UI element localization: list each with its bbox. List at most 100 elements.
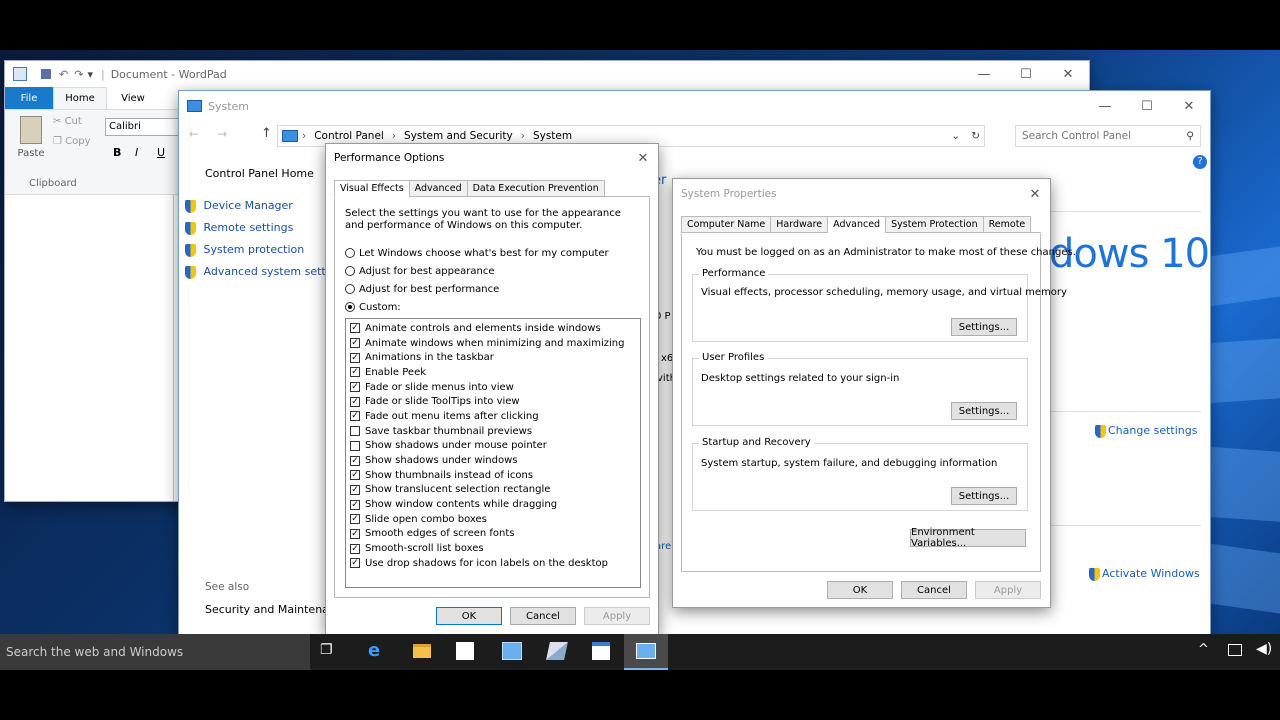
ribbon-tab-home[interactable]: Home <box>53 87 107 109</box>
ribbon-tab-view[interactable]: View <box>107 87 159 109</box>
visual-effect-option[interactable]: ✓ Animations in the taskbar <box>350 350 636 365</box>
taskbar-search-box[interactable]: Search the web and Windows <box>0 634 310 670</box>
help-icon[interactable]: ? <box>1193 155 1207 169</box>
wordpad-minimize-button[interactable]: — <box>963 61 1005 87</box>
show-hidden-icons-icon[interactable]: ^ <box>1198 642 1209 657</box>
up-icon[interactable]: ↑ <box>261 126 272 141</box>
performance-options-dialog[interactable]: Performance Options ✕ Visual Effects Adv… <box>325 143 659 636</box>
visual-effect-option[interactable]: ✓ Fade or slide ToolTips into view <box>350 394 636 409</box>
font-name-box[interactable]: Calibri <box>105 118 180 136</box>
tab-computer-name[interactable]: Computer Name <box>681 216 772 232</box>
security-maintenance-link[interactable]: Security and Maintenance <box>205 603 327 616</box>
visual-effect-option[interactable]: ✓ Slide open combo boxes <box>350 512 636 527</box>
breadcrumb-system-security[interactable]: System and Security <box>404 130 513 142</box>
visual-effect-option[interactable]: ✓ Animate windows when minimizing and max… <box>350 336 636 351</box>
visual-effect-option[interactable]: ✓ Show shadows under windows <box>350 453 636 468</box>
task-view-icon[interactable]: ❐ <box>320 642 340 660</box>
system-icon <box>636 643 656 659</box>
activate-windows-link[interactable]: Activate Windows <box>1089 567 1200 581</box>
undo-icon[interactable]: ↶ <box>59 68 68 81</box>
sysprops-cancel-button[interactable]: Cancel <box>901 581 967 599</box>
visual-effect-option[interactable]: ✓ Fade out menu items after clicking <box>350 409 636 424</box>
perf-apply-button[interactable]: Apply <box>584 607 650 625</box>
refresh-icon[interactable]: ↻ <box>971 130 980 142</box>
back-icon[interactable]: ← <box>189 127 199 141</box>
sidebar-home-link[interactable]: Control Panel Home <box>205 167 314 180</box>
system-properties-dialog[interactable]: System Properties ✕ Computer Name Hardwa… <box>672 178 1076 608</box>
wordpad-app-icon[interactable] <box>13 67 27 81</box>
italic-button[interactable]: I <box>135 146 138 159</box>
checkbox-checked-icon: ✓ <box>350 528 360 539</box>
wordpad-maximize-button[interactable]: ☐ <box>1005 61 1047 87</box>
sidebar-item-device-manager[interactable]: Device Manager <box>185 199 293 213</box>
tab-remote[interactable]: Remote <box>982 216 1032 232</box>
visual-effect-option[interactable]: ✓ Show thumbnails instead of icons <box>350 468 636 483</box>
system-minimize-button[interactable]: — <box>1084 91 1126 121</box>
wordpad-document-area[interactable] <box>5 195 174 501</box>
visual-effect-option[interactable]: ✓ Enable Peek <box>350 365 636 380</box>
wordpad-close-button[interactable]: ✕ <box>1047 61 1089 87</box>
bold-button[interactable]: B <box>113 146 121 159</box>
visual-effect-option[interactable]: ✓ Show translucent selection rectangle <box>350 483 636 498</box>
system-taskbar-icon[interactable] <box>624 634 668 670</box>
tab-dep[interactable]: Data Execution Prevention <box>466 180 605 196</box>
save-icon[interactable] <box>41 69 51 79</box>
paste-button[interactable]: Paste <box>13 116 49 166</box>
tab-advanced[interactable]: Advanced <box>408 180 468 196</box>
forward-icon[interactable]: → <box>217 127 227 141</box>
qat-dropdown-icon[interactable]: ▾ <box>87 68 93 81</box>
change-settings-link[interactable]: Change settings <box>1095 424 1197 438</box>
visual-effect-option[interactable]: ✓ Use drop shadows for icon labels on the… <box>350 556 636 571</box>
paint-icon[interactable] <box>546 642 568 660</box>
tab-system-protection[interactable]: System Protection <box>885 216 984 232</box>
perf-cancel-button[interactable]: Cancel <box>510 607 576 625</box>
network-icon[interactable] <box>1228 644 1242 656</box>
visual-effect-option[interactable]: ✓ Smooth edges of screen fonts <box>350 527 636 542</box>
performance-settings-button[interactable]: Settings... <box>951 318 1017 336</box>
edge-icon[interactable]: e <box>368 640 380 661</box>
perf-ok-button[interactable]: OK <box>436 607 502 625</box>
radio-best-appearance[interactable]: Adjust for best appearance <box>345 262 609 280</box>
wordpad-taskbar-icon[interactable] <box>592 642 610 660</box>
sidebar-item-system-protection[interactable]: System protection <box>185 243 304 257</box>
perf-close-button[interactable]: ✕ <box>628 144 658 172</box>
tab-advanced-sysprops[interactable]: Advanced <box>827 216 887 233</box>
tab-hardware[interactable]: Hardware <box>770 216 829 232</box>
breadcrumb-system[interactable]: System <box>533 130 572 142</box>
ribbon-tab-file[interactable]: File <box>5 87 53 109</box>
sysprops-apply-button[interactable]: Apply <box>975 581 1041 599</box>
control-panel-taskbar-icon[interactable] <box>502 642 522 660</box>
profiles-settings-button[interactable]: Settings... <box>951 402 1017 420</box>
sysprops-close-button[interactable]: ✕ <box>1020 179 1050 209</box>
visual-effect-option[interactable]: ✓ Fade or slide menus into view <box>350 380 636 395</box>
cut-button[interactable]: ✂ Cut <box>53 116 82 127</box>
search-control-panel-input[interactable]: Search Control Panel ⚲ <box>1015 125 1201 147</box>
store-icon[interactable] <box>456 642 474 660</box>
radio-custom[interactable]: Custom: <box>345 298 609 316</box>
startup-settings-button[interactable]: Settings... <box>951 487 1017 505</box>
address-dropdown-icon[interactable]: ⌄ <box>951 130 960 142</box>
visual-effect-option[interactable]: Show shadows under mouse pointer <box>350 439 636 454</box>
tab-visual-effects[interactable]: Visual Effects <box>334 180 410 197</box>
radio-let-windows-choose[interactable]: Let Windows choose what's best for my co… <box>345 244 609 262</box>
visual-effect-option[interactable]: ✓ Show window contents while dragging <box>350 497 636 512</box>
visual-effect-option[interactable]: ✓ Animate controls and elements inside wi… <box>350 321 636 336</box>
visual-effect-option[interactable]: Save taskbar thumbnail previews <box>350 424 636 439</box>
sidebar-item-remote-settings[interactable]: Remote settings <box>185 221 293 235</box>
sysprops-ok-button[interactable]: OK <box>827 581 893 599</box>
startup-recovery-group: Startup and Recovery System startup, sys… <box>692 437 1028 511</box>
radio-best-performance[interactable]: Adjust for best performance <box>345 280 609 298</box>
system-maximize-button[interactable]: ☐ <box>1126 91 1168 121</box>
environment-variables-button[interactable]: Environment Variables... <box>910 527 1026 549</box>
volume-icon[interactable]: ◀) <box>1256 641 1272 657</box>
visual-effect-option[interactable]: ✓ Smooth-scroll list boxes <box>350 541 636 556</box>
underline-button[interactable]: U <box>157 146 165 159</box>
redo-icon[interactable]: ↷ <box>74 68 83 81</box>
copy-button[interactable]: ❐ Copy <box>53 136 91 147</box>
visual-effects-list[interactable]: ✓ Animate controls and elements inside wi… <box>345 318 641 588</box>
file-explorer-icon[interactable] <box>413 644 431 658</box>
system-close-button[interactable]: ✕ <box>1168 91 1210 121</box>
search-icon[interactable]: ⚲ <box>1186 130 1194 142</box>
sidebar-item-advanced-settings[interactable]: Advanced system settings <box>185 265 327 279</box>
breadcrumb-control-panel[interactable]: Control Panel <box>314 130 384 142</box>
